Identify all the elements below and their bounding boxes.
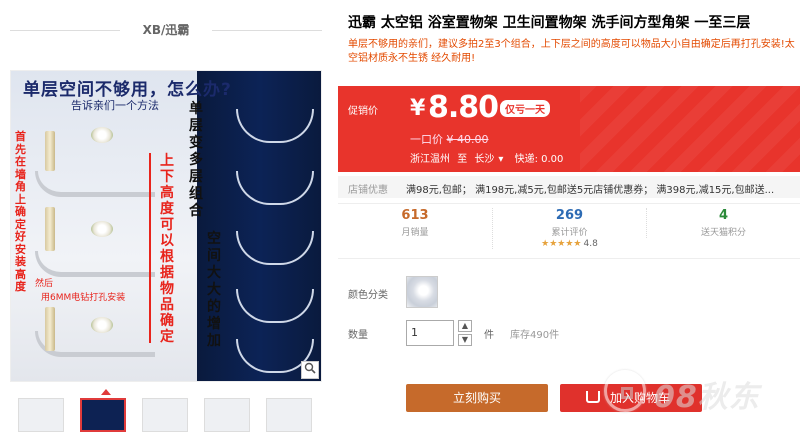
magnifier-icon-glyph (304, 362, 316, 374)
flower-graphic (91, 221, 113, 237)
product-gallery: XB/迅霸 单层空间不够用，怎么办? 告诉亲们一个方法 首先在墙角上确定好安装高… (0, 0, 330, 432)
quantity-decrease-button[interactable]: ▼ (458, 334, 472, 346)
ship-origin: 浙江温州 (410, 154, 450, 165)
ship-destination-select[interactable]: 长沙 ▾ (474, 154, 507, 165)
divider (10, 30, 120, 31)
original-price: 一口价 ¥ 40.00 (410, 131, 489, 147)
watermark-logo: 08秋东 (598, 362, 798, 422)
shop-name-link[interactable]: XB/迅霸 (143, 23, 190, 37)
promotions-text: 满98元,包邮； 满198元,减5元,包邮送5元店铺优惠券； 满398元,减15… (406, 185, 775, 196)
rating-score: 4.8 (583, 239, 598, 249)
flower-graphic (91, 317, 113, 333)
image-black-vertical-text: 单层变多层组合 (189, 101, 203, 219)
image-note: 用6MM电钻打孔安装 (41, 293, 126, 303)
stat-monthly-sales: 613 月销量 (338, 208, 492, 238)
quantity-input[interactable]: 1 (406, 320, 454, 346)
stat-value: 269 (555, 208, 584, 223)
promo-badge: 仅亏一天 (500, 100, 550, 117)
shipping-info: 浙江温州 至 长沙 ▾ 快递: 0.00 (410, 150, 567, 165)
color-option-label: 颜色分类 (348, 290, 388, 301)
stat-reviews[interactable]: 269 累计评价 ★★★★★ 4.8 (492, 208, 646, 249)
promotions-label: 店铺优惠 (348, 185, 388, 196)
image-subheadline: 告诉亲们一个方法 (71, 99, 159, 112)
thumbnail-pointer (101, 389, 111, 395)
flower-graphic (91, 127, 113, 143)
house-inner (621, 387, 633, 399)
currency-symbol: ¥ (410, 96, 426, 121)
thumbnail-1[interactable] (18, 398, 64, 432)
thumbnail-3[interactable] (142, 398, 188, 432)
bottle-graphic (45, 307, 55, 351)
height-arrow (149, 153, 151, 343)
price-panel-pattern (580, 86, 800, 172)
store-promotions: 店铺优惠 满98元,包邮； 满198元,减5元,包邮送5元店铺优惠券； 满398… (338, 176, 800, 198)
promo-price-label: 促销价 (348, 106, 378, 117)
house-icon (604, 370, 646, 412)
quantity-label: 数量 (348, 330, 368, 341)
shelf-graphic (35, 171, 155, 197)
image-note: 然后 (35, 279, 54, 289)
divider (212, 30, 322, 31)
rating-stars: ★★★★★ 4.8 (493, 239, 646, 249)
quantity-unit: 件 (484, 330, 494, 341)
bottle-graphic (45, 207, 55, 251)
watermark-text: 08秋东 (654, 380, 760, 415)
chevron-down-icon: ▾ (498, 154, 504, 165)
price-panel: 促销价 ¥ 8.80 仅亏一天 一口价 ¥ 40.00 浙江温州 至 长沙 ▾ 快… (338, 86, 800, 172)
stat-value: 613 (401, 208, 429, 223)
stat-points: 4 送天猫积分 (646, 208, 800, 238)
magnifier-icon[interactable] (301, 361, 319, 379)
image-mid-vertical-text: 上下高度可以根据物品确定 (160, 153, 174, 345)
stock-count: 库存490件 (510, 330, 560, 341)
image-red-vertical-text: 首先在墙角上确定好安装高度 (15, 130, 26, 293)
quantity-increase-button[interactable]: ▲ (458, 320, 472, 332)
bottle-graphic (45, 131, 55, 171)
stats-bar: 613 月销量 269 累计评价 ★★★★★ 4.8 4 送天猫积分 (338, 203, 800, 259)
product-subtitle: 单层不够用的亲们，建议多拍2至3个组合，上下层之间的高度可以物品大小自由确定后再… (348, 39, 795, 64)
ship-destination: 长沙 (474, 154, 495, 165)
thumbnail-4[interactable] (204, 398, 250, 432)
shop-header: XB/迅霸 (10, 12, 322, 48)
stat-caption: 送天猫积分 (700, 228, 746, 238)
original-price-label: 一口价 (410, 133, 443, 146)
stat-value: 4 (718, 208, 729, 223)
main-product-image[interactable]: 单层空间不够用，怎么办? 告诉亲们一个方法 首先在墙角上确定好安装高度 上下高度… (10, 70, 322, 382)
stat-caption: 月销量 (401, 228, 429, 238)
product-title: 迅霸 太空铝 浴室置物架 卫生间置物架 洗手间方型角架 一至三层 (348, 15, 751, 31)
star-icons: ★★★★★ (541, 239, 582, 249)
promo-price: 8.80 (428, 90, 499, 125)
ship-to: 至 (457, 154, 468, 165)
original-price-value: ¥ 40.00 (446, 133, 489, 146)
shipping-fee: 快递: 0.00 (514, 154, 564, 165)
image-black-vertical-text: 空间大大的增加 (207, 231, 221, 349)
thumbnail-2[interactable] (80, 398, 126, 432)
thumbnail-5[interactable] (266, 398, 312, 432)
color-swatch[interactable] (406, 276, 438, 308)
stat-caption: 累计评价 (551, 228, 588, 238)
shelf-graphic (35, 251, 155, 277)
product-page: XB/迅霸 单层空间不够用，怎么办? 告诉亲们一个方法 首先在墙角上确定好安装高… (0, 0, 800, 432)
buy-now-button[interactable]: 立刻购买 (406, 384, 548, 412)
